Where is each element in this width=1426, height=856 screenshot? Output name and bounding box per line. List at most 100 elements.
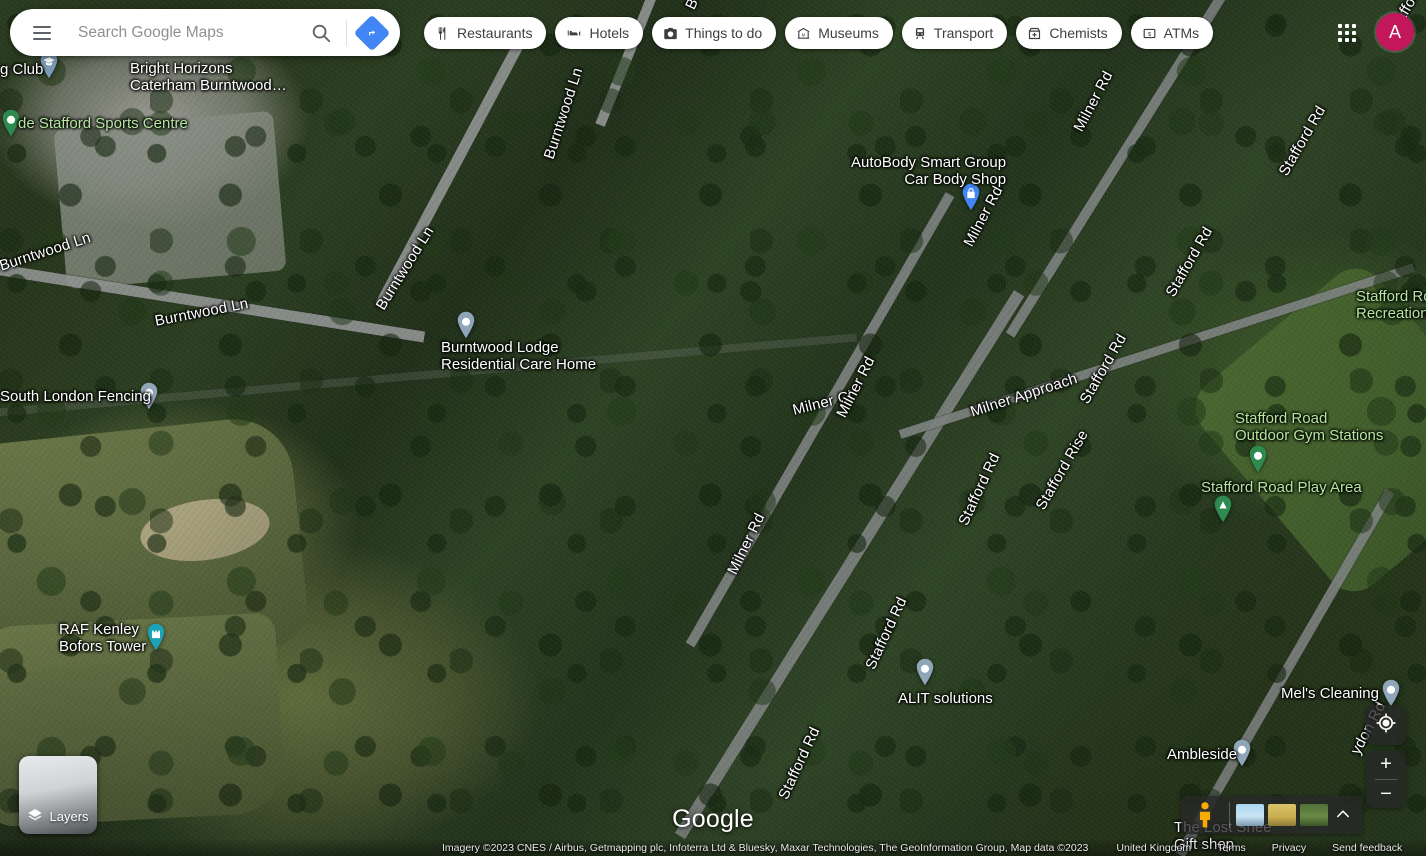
layer-thumbnails (1236, 804, 1328, 826)
place-name: Stafford Road (1356, 288, 1426, 305)
place-name: Stafford Road Play Area (1201, 479, 1362, 496)
place-subtitle: Bofors Tower (59, 638, 147, 656)
chip-label: Hotels (589, 25, 630, 41)
street-view-thumbnail[interactable] (1236, 804, 1264, 826)
my-location-button[interactable] (1366, 705, 1406, 745)
place-subtitle: Outdoor Gym Stations (1235, 427, 1384, 445)
divider (346, 19, 347, 46)
place-subtitle: Residential Care Home (441, 356, 597, 374)
chip-museums[interactable]: M Museums (785, 17, 893, 49)
place-name: de Stafford Sports Centre (18, 115, 188, 132)
place-label[interactable]: Burntwood Lodge Residential Care Home (441, 339, 596, 374)
footer-link-send-feedback[interactable]: Send feedback (1332, 842, 1402, 854)
satellite-thumbnail[interactable] (1300, 804, 1328, 826)
chip-label: Museums (818, 25, 879, 41)
pharmacy-icon (1027, 26, 1042, 41)
chevron-up-icon[interactable] (1328, 797, 1358, 833)
layers-button[interactable]: Layers (19, 756, 97, 834)
place-name: g Club (0, 61, 44, 78)
terrain-thumbnail[interactable] (1268, 804, 1296, 826)
map-pin-p10[interactable] (145, 622, 167, 652)
search-bar (10, 9, 400, 56)
satellite-map-canvas[interactable] (0, 0, 1426, 856)
footer-link-terms[interactable]: Terms (1217, 842, 1246, 854)
map-pin-p9[interactable] (1212, 494, 1234, 524)
search-icon[interactable] (301, 11, 341, 55)
place-name: ALIT solutions (898, 690, 993, 707)
hamburger-menu-icon[interactable] (18, 9, 66, 56)
footer-links: United Kingdom Terms Privacy Send feedback (1116, 842, 1402, 854)
place-name: South London Fencing (0, 388, 151, 405)
place-name: Ambleside (1167, 746, 1238, 763)
svg-text:M: M (802, 32, 806, 37)
zoom-control: + − (1366, 750, 1406, 808)
map-pin-p5[interactable] (455, 310, 477, 340)
category-chip-row: Restaurants Hotels Things to do M Museums Tra… (424, 17, 1214, 49)
chip-label: Things to do (685, 25, 763, 41)
camera-icon (663, 26, 678, 41)
place-label[interactable]: ALIT solutions (898, 690, 993, 707)
chip-label: Chemists (1049, 25, 1108, 41)
google-apps-grid-icon[interactable] (1330, 16, 1364, 50)
layers-label: Layers (49, 809, 89, 824)
atm-icon: $ (1142, 26, 1157, 41)
place-name: Stafford Road (1235, 410, 1328, 427)
imagery-attribution: Imagery ©2023 CNES / Airbus, Getmapping … (442, 842, 1089, 854)
road-geometry (1005, 0, 1243, 338)
place-label[interactable]: Stafford RoadRecreation Grou (1356, 288, 1426, 323)
chip-restaurants[interactable]: Restaurants (424, 17, 547, 49)
place-label[interactable]: Ambleside (1167, 746, 1237, 763)
google-watermark: Google (672, 805, 754, 833)
road-geometry (685, 192, 955, 648)
chip-label: Restaurants (457, 25, 533, 41)
museum-icon: M (796, 26, 811, 41)
place-subtitle: Car Body Shop (904, 171, 1007, 189)
directions-icon (353, 14, 391, 51)
map-parcel (53, 110, 287, 290)
map-mode-strip (1181, 796, 1362, 834)
place-name: Mel's Cleaning (1281, 685, 1379, 702)
place-label[interactable]: South London Fencing (0, 388, 151, 405)
map-pin-p11[interactable] (914, 657, 936, 687)
attribution-bar: Imagery ©2023 CNES / Airbus, Getmapping … (0, 840, 1426, 856)
search-input[interactable] (66, 22, 301, 43)
train-icon (913, 26, 927, 41)
map-pin-p8[interactable] (1247, 444, 1269, 474)
my-location-icon (1376, 712, 1396, 738)
place-subtitle: Recreation Grou (1356, 305, 1426, 323)
directions-button[interactable] (352, 13, 392, 53)
chip-chemists[interactable]: Chemists (1016, 17, 1122, 49)
chip-label: Transport (933, 25, 994, 41)
place-label[interactable]: g Club (0, 61, 43, 78)
place-label[interactable]: Stafford Road Play Area (1201, 479, 1362, 496)
place-name: Burntwood Lodge (441, 339, 559, 356)
place-label[interactable]: Stafford Road Outdoor Gym Stations (1235, 410, 1383, 445)
chip-atms[interactable]: $ ATMs (1130, 17, 1214, 49)
street-view-pegman-icon[interactable] (1187, 797, 1223, 833)
divider (1229, 802, 1230, 828)
footer-link-privacy[interactable]: Privacy (1272, 842, 1306, 854)
chip-hotels[interactable]: Hotels (555, 17, 644, 49)
layers-icon (27, 807, 43, 826)
zoom-in-button[interactable]: + (1366, 750, 1406, 779)
place-label[interactable]: Mel's Cleaning (1281, 685, 1379, 702)
place-label[interactable]: AutoBody Smart Group Car Body Shop (851, 154, 1006, 189)
place-name: RAF Kenley (59, 621, 140, 638)
place-name: Bright Horizons (130, 60, 233, 77)
footer-link-united-kingdom[interactable]: United Kingdom (1116, 842, 1191, 854)
google-maps-app: Burntwood Ln Burntwood Ln Burntwood Ln Burn… (0, 0, 1426, 856)
zoom-out-button[interactable]: − (1366, 780, 1406, 809)
chip-things-to-do[interactable]: Things to do (652, 17, 777, 49)
map-pin-p12[interactable] (1380, 678, 1402, 708)
place-label[interactable]: Bright Horizons Caterham Burntwood… (130, 60, 287, 95)
place-name: AutoBody Smart Group (851, 154, 1007, 171)
avatar[interactable]: A (1376, 13, 1414, 51)
hotel-icon (566, 26, 582, 41)
place-label[interactable]: RAF Kenley Bofors Tower (59, 621, 146, 656)
road-geometry (0, 333, 857, 418)
restaurant-icon (435, 26, 450, 41)
chip-label: ATMs (1163, 25, 1200, 41)
chip-transport[interactable]: Transport (901, 17, 1008, 49)
place-subtitle: Caterham Burntwood… (130, 77, 287, 95)
place-label[interactable]: de Stafford Sports Centre (18, 115, 188, 132)
